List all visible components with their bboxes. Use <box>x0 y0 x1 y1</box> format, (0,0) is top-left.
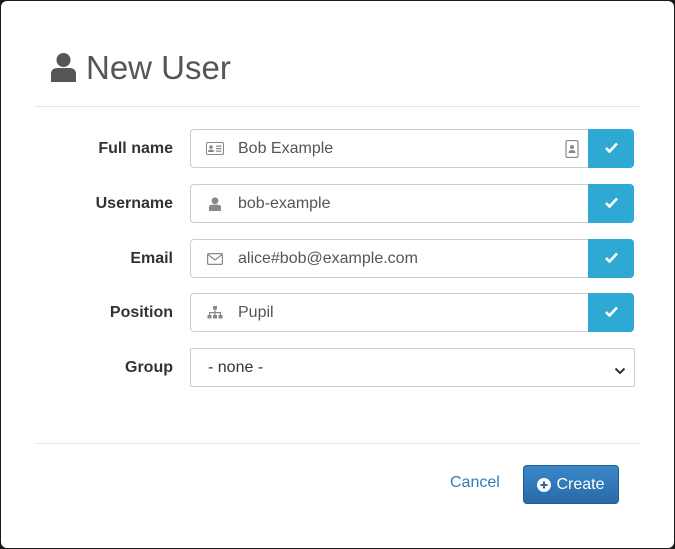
check-icon <box>604 195 618 213</box>
check-icon <box>604 250 618 268</box>
email-group: alice#bob@example.com <box>190 239 634 278</box>
user-icon <box>206 195 224 213</box>
group-selected-value: - none - <box>208 358 264 376</box>
email-input[interactable]: alice#bob@example.com <box>190 239 588 278</box>
footer-divider <box>35 443 641 444</box>
user-icon <box>51 52 76 82</box>
email-label: Email <box>130 249 173 267</box>
position-value: Pupil <box>238 303 274 321</box>
username-value: bob-example <box>238 194 331 212</box>
check-icon <box>604 304 618 322</box>
address-book-icon[interactable] <box>565 139 579 159</box>
position-label: Position <box>109 303 173 321</box>
create-button-label: Create <box>556 475 605 493</box>
create-button[interactable]: Create <box>523 465 619 504</box>
sitemap-icon <box>206 304 224 322</box>
username-input[interactable]: bob-example <box>190 184 588 223</box>
group-select[interactable]: - none - <box>190 348 635 387</box>
username-group: bob-example <box>190 184 634 223</box>
full-name-input[interactable]: Bob Example <box>190 129 588 168</box>
dialog-title: New User <box>51 47 231 87</box>
check-icon <box>604 140 618 158</box>
username-label: Username <box>95 194 173 212</box>
full-name-label: Full name <box>98 139 173 157</box>
plus-circle-icon <box>537 477 552 492</box>
position-check-button[interactable] <box>588 293 634 332</box>
new-user-dialog: New User Full name Bob Example Username … <box>1 1 674 548</box>
email-check-button[interactable] <box>588 239 634 278</box>
full-name-row: Full name Bob Example <box>35 129 641 168</box>
email-value: alice#bob@example.com <box>238 249 418 267</box>
chevron-down-icon <box>614 363 626 375</box>
id-card-icon <box>206 140 224 158</box>
dialog-header: New User <box>35 1 641 107</box>
full-name-value: Bob Example <box>238 139 334 157</box>
email-row: Email alice#bob@example.com <box>35 239 641 278</box>
full-name-group: Bob Example <box>190 129 634 168</box>
username-row: Username bob-example <box>35 184 641 223</box>
group-row: Group - none - <box>35 348 641 387</box>
dialog-title-text: New User <box>86 48 231 86</box>
username-check-button[interactable] <box>588 184 634 223</box>
position-row: Position Pupil <box>35 293 641 332</box>
group-label: Group <box>125 358 173 376</box>
full-name-check-button[interactable] <box>588 129 634 168</box>
position-group: Pupil <box>190 293 634 332</box>
position-input[interactable]: Pupil <box>190 293 588 332</box>
cancel-button[interactable]: Cancel <box>450 474 500 492</box>
envelope-icon <box>206 250 224 268</box>
